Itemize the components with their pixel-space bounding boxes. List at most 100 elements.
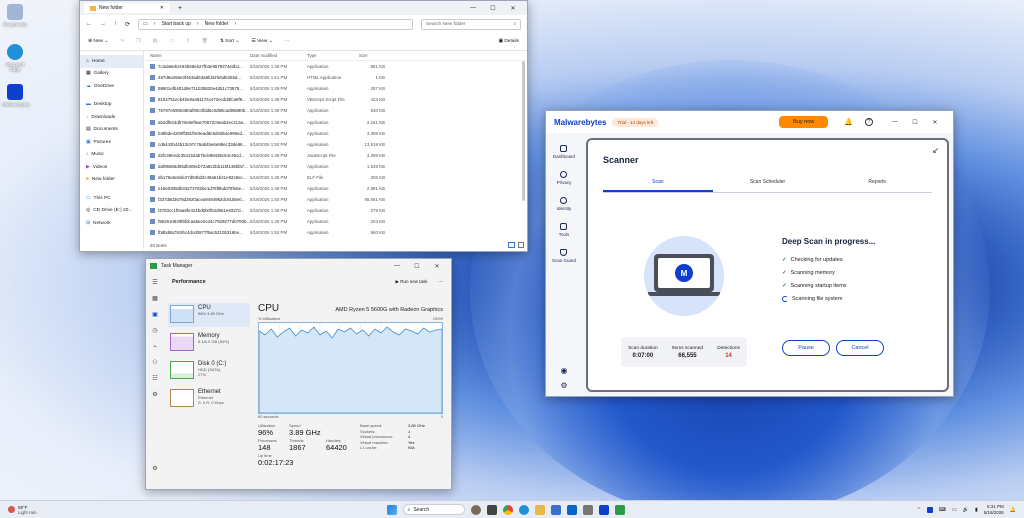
task-view-icon[interactable]: [470, 504, 481, 515]
resource-card-ethernet[interactable]: Ethernet Ethernet S: 0 R: 0 Kbps: [168, 387, 250, 411]
tab-scan-scheduler[interactable]: Scan Scheduler: [713, 179, 823, 192]
back-arrow-icon[interactable]: ←: [86, 21, 92, 27]
table-row[interactable]: e18e0308db33273762be1d78f9bdd78fe6e... 5/…: [144, 183, 527, 194]
nav-scan-guard[interactable]: Scan Guard: [552, 249, 576, 263]
desktop-icon-edge[interactable]: Microsoft Edge: [2, 44, 28, 72]
sidebar-item-videos[interactable]: ▶ Videos: [80, 161, 143, 174]
column-header-type[interactable]: Type: [307, 53, 355, 58]
table-row[interactable]: f962910829f9fdcaa5ee0cd4c7929277d0700b..…: [144, 216, 527, 227]
sidebar-item-music[interactable]: ♪ Music: [80, 149, 143, 162]
maximize-button[interactable]: ☐: [905, 119, 925, 126]
thumbnail-view-icon[interactable]: [518, 242, 524, 248]
sidebar-item-cd-drive[interactable]: ◎ CD Drive (E:) 20...: [80, 205, 143, 218]
account-icon[interactable]: ◉: [561, 366, 568, 375]
services-icon[interactable]: ⚙: [152, 391, 157, 398]
table-row[interactable]: daf95666d05db409cb72a822bb115f148bfa7...…: [144, 161, 527, 172]
chrome-icon[interactable]: [502, 504, 513, 515]
table-row[interactable]: cd6442b44b13c97c76a54be6e98ec33de86... 5/…: [144, 139, 527, 150]
trial-badge[interactable]: Trial - 14 days left: [612, 117, 659, 127]
refresh-icon[interactable]: ⟳: [125, 21, 130, 28]
address-bar[interactable]: ▭ › Start back up › New folder ›: [138, 18, 413, 30]
collapse-arrow-icon[interactable]: ↙: [932, 146, 939, 155]
table-row[interactable]: 487d6a456e3f463ad53a9fd42fe5d6255d... 5/1…: [144, 72, 527, 83]
table-row[interactable]: d2fc39eedc354152ab7bcb98436c54c45cd... 5/…: [144, 150, 527, 161]
desktop-icon-recycle-bin[interactable]: Recycle Bin: [2, 4, 28, 27]
breadcrumb-item[interactable]: New folder: [205, 21, 229, 27]
table-row[interactable]: 98601efb401d8e711b35820e4d51c73975... 5/1…: [144, 83, 527, 94]
desktop-icon-malwarebytes[interactable]: Malwarebytes: [2, 84, 30, 107]
clock[interactable]: 5:31 PM 5/18/2026: [984, 504, 1004, 515]
table-row[interactable]: 76797e6905480af90c0fdd6c0d98cad96890b...…: [144, 105, 527, 116]
more-options-button[interactable]: ···: [285, 39, 290, 44]
nav-privacy[interactable]: Privacy: [557, 171, 571, 185]
tab-close-icon[interactable]: ✕: [160, 5, 164, 11]
malwarebytes-taskbar-icon[interactable]: [598, 504, 609, 515]
table-row[interactable]: f4783cc1f0aa8fe421bd0b0f54d961e8337d... 5…: [144, 205, 527, 216]
task-manager-taskbar-icon[interactable]: [614, 504, 625, 515]
bell-icon[interactable]: 🔔: [844, 118, 853, 126]
cut-icon[interactable]: ✂: [120, 39, 124, 44]
tray-app-icon[interactable]: [926, 506, 933, 513]
settings-gear-icon[interactable]: ⚙: [152, 465, 157, 472]
breadcrumb-item[interactable]: Start back up: [161, 21, 190, 27]
store-icon[interactable]: [550, 504, 561, 515]
minimize-button[interactable]: —: [387, 263, 407, 270]
processes-icon[interactable]: ▦: [152, 295, 158, 302]
volume-icon[interactable]: 🔊: [963, 507, 969, 513]
taskbar-search[interactable]: ⌕ Search: [402, 504, 465, 515]
tab-reports[interactable]: Reports: [822, 179, 932, 192]
help-icon[interactable]: ?: [865, 118, 873, 126]
copy-icon[interactable]: ❐: [136, 39, 140, 44]
outlook-icon[interactable]: [566, 504, 577, 515]
resource-card-disk[interactable]: Disk 0 (C:) HDD (SATA) 27%: [168, 359, 250, 383]
more-options-button[interactable]: ···: [438, 279, 444, 285]
sidebar-item-onedrive[interactable]: ☁ OneDrive: [80, 80, 143, 93]
new-tab-button[interactable]: +: [178, 5, 182, 12]
widgets-icon[interactable]: [486, 504, 497, 515]
performance-icon[interactable]: ▣: [152, 311, 158, 318]
sidebar-item-home[interactable]: ⌂ Home: [80, 55, 143, 68]
file-explorer-icon[interactable]: [534, 504, 545, 515]
chevron-up-icon[interactable]: ⌃: [917, 507, 921, 513]
table-row[interactable]: b39bde4209ff381f9c9ead8e5d0d54e895ed... 5…: [144, 128, 527, 139]
pause-button[interactable]: Pause: [782, 340, 830, 356]
startup-apps-icon[interactable]: ⌁: [153, 343, 157, 350]
search-input[interactable]: Search New folder ⌕: [421, 18, 521, 30]
rename-icon[interactable]: ▭: [169, 39, 174, 44]
edge-icon[interactable]: [518, 504, 529, 515]
settings-gear-icon[interactable]: ⚙: [560, 381, 567, 390]
details-view-icon[interactable]: [508, 242, 515, 248]
sidebar-item-this-pc[interactable]: ▭ This PC: [80, 192, 143, 205]
sidebar-item-downloads[interactable]: ↓ Downloads: [80, 111, 143, 124]
table-row[interactable]: db175e6e6de27d93bd2c49a61b41e92c9ec... 5/…: [144, 172, 527, 183]
run-new-task-button[interactable]: ▶ Run new task: [396, 279, 428, 285]
close-button[interactable]: ✕: [925, 119, 945, 126]
forward-arrow-icon[interactable]: →: [100, 21, 106, 27]
column-header-name[interactable]: Name: [150, 53, 250, 58]
battery-icon[interactable]: ▮: [975, 507, 978, 513]
sidebar-item-network[interactable]: ⊞ Network: [80, 217, 143, 230]
app-history-icon[interactable]: ◷: [152, 327, 157, 334]
tab-scan[interactable]: Scan: [603, 179, 713, 192]
sidebar-item-new-folder[interactable]: ■ New folder: [80, 174, 143, 187]
cancel-button[interactable]: Cancel: [836, 340, 884, 356]
minimize-button[interactable]: —: [885, 119, 905, 126]
maximize-button[interactable]: ☐: [483, 5, 503, 12]
sidebar-item-desktop[interactable]: ▬ Desktop: [80, 99, 143, 112]
delete-icon[interactable]: 🗑: [202, 39, 208, 44]
resource-card-memory[interactable]: Memory 5.1/6.0 GB (84%): [168, 331, 250, 355]
share-icon[interactable]: ⇪: [186, 39, 190, 44]
nav-tools[interactable]: Tools: [559, 223, 569, 237]
resource-card-cpu[interactable]: CPU 96% 3.89 GHz: [168, 303, 250, 327]
weather-widget[interactable]: 59°F Light rain: [8, 505, 37, 515]
notifications-icon[interactable]: 🔔: [1010, 507, 1016, 513]
up-arrow-icon[interactable]: ↑: [114, 21, 117, 27]
nav-dashboard[interactable]: Dashboard: [553, 145, 575, 159]
close-button[interactable]: ✕: [427, 263, 447, 270]
sidebar-item-pictures[interactable]: ▣ Pictures: [80, 136, 143, 149]
table-row[interactable]: ab2df544db70e8ef9ae70572c9eab2ec213a... 5…: [144, 116, 527, 127]
table-row[interactable]: fb8bd8a791f6c4dcd0977f5ac52105316be... 5/…: [144, 227, 527, 238]
start-windows-icon[interactable]: [386, 504, 397, 515]
settings-icon[interactable]: [582, 504, 593, 515]
users-icon[interactable]: ⚇: [152, 359, 157, 366]
